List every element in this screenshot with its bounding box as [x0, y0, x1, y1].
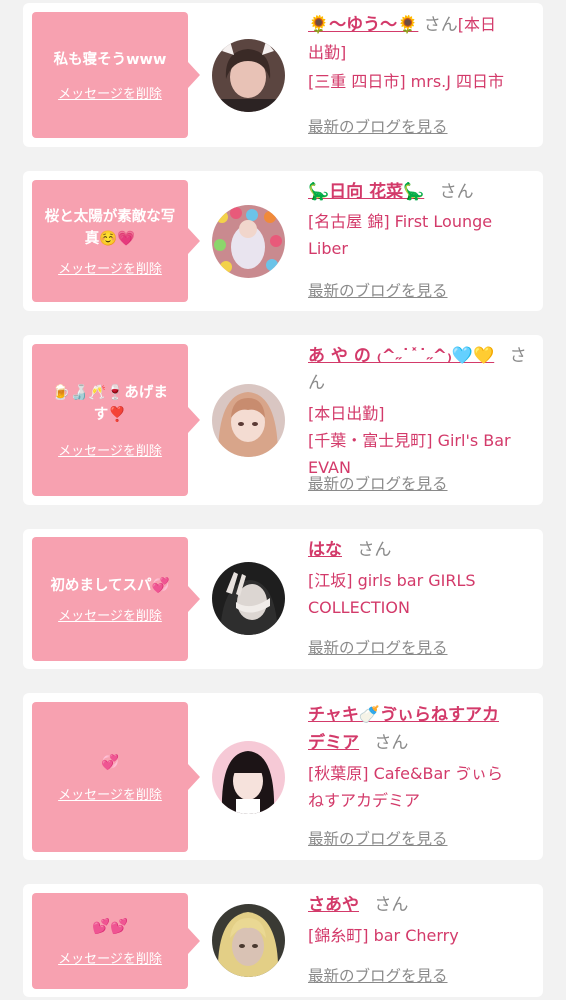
message-bubble: 💞 メッセージを削除 [32, 702, 200, 852]
shop-info: [江坂] girls bar GIRLS [308, 571, 476, 590]
message-bubble: 💕💕 メッセージを削除 [32, 893, 200, 989]
delete-message-link[interactable]: メッセージを削除 [58, 605, 162, 624]
message-text: 桜と太陽が素敵な写真☺️💗 [44, 208, 176, 247]
girl-name-link[interactable]: はな [308, 540, 342, 560]
message-card: 初めましてスパ💞 メッセージを削除 はな さん [江坂] girls bar G… [23, 529, 543, 669]
avatar[interactable] [212, 39, 285, 112]
latest-blog-link[interactable]: 最新のブログを見る [308, 827, 448, 849]
card-info: さあや さん [錦糸町] bar Cherry [308, 892, 538, 949]
message-bubble: 初めましてスパ💞 メッセージを削除 [32, 537, 200, 661]
honorific: さん [423, 15, 458, 35]
message-text: 💕💕 [91, 918, 129, 935]
latest-blog-link[interactable]: 最新のブログを見る [308, 279, 448, 301]
shop-info: 出勤] [308, 43, 347, 62]
message-card: 桜と太陽が素敵な写真☺️💗 メッセージを削除 🦕日向 花菜🦕 さん [名古屋 錦… [23, 171, 543, 311]
delete-message-link[interactable]: メッセージを削除 [58, 440, 162, 459]
card-info: 🌻〜ゆう〜🌻 さん[本日 出勤] [三重 四日市] mrs.J 四日市 [308, 11, 538, 95]
shop-info: [本日 [457, 15, 496, 34]
message-bubble: 私も寝そうwww メッセージを削除 [32, 12, 200, 138]
message-card: 🍺🍶🥂🍷あげます❣️ メッセージを削除 あ や の ₍^˶˙˟˙˶^₎🩵💛 さん… [23, 335, 543, 505]
delete-message-link[interactable]: メッセージを削除 [58, 784, 162, 803]
latest-blog-link[interactable]: 最新のブログを見る [308, 472, 448, 494]
avatar[interactable] [212, 741, 285, 814]
avatar[interactable] [212, 904, 285, 977]
delete-message-link[interactable]: メッセージを削除 [58, 258, 162, 277]
card-info: あ や の ₍^˶˙˟˙˶^₎🩵💛 さん [本日出勤] [千葉・富士見町] Gi… [308, 343, 538, 481]
honorific: さん [374, 733, 409, 753]
shop-info: ねすアカデミア [308, 791, 421, 810]
shop-info: Liber [308, 239, 348, 258]
message-bubble: 🍺🍶🥂🍷あげます❣️ メッセージを削除 [32, 344, 200, 496]
message-text: 🍺🍶🥂🍷あげます❣️ [52, 384, 168, 423]
shop-info: COLLECTION [308, 598, 410, 617]
message-text: 💞 [100, 754, 120, 771]
message-text: 私も寝そうwww [53, 51, 167, 68]
honorific: さん [439, 182, 474, 202]
shop-info: [名古屋 錦] First Lounge [308, 212, 493, 231]
message-text: 初めましてスパ💞 [50, 577, 170, 594]
shop-info: [秋葉原] Cafe&Bar ゔぃら [308, 764, 503, 783]
card-info: はな さん [江坂] girls bar GIRLS COLLECTION [308, 537, 538, 621]
honorific: さん [357, 540, 392, 560]
honorific: さん [374, 895, 409, 915]
shop-info: [本日出勤] [308, 404, 385, 423]
girl-name-link[interactable]: さあや [308, 895, 359, 915]
latest-blog-link[interactable]: 最新のブログを見る [308, 964, 448, 986]
girl-name-link[interactable]: 🌻〜ゆう〜🌻 [308, 15, 418, 35]
shop-info: [千葉・富士見町] Girl's Bar [308, 431, 511, 450]
shop-info: [三重 四日市] mrs.J 四日市 [308, 72, 505, 91]
card-info: チャキ🍼ゔぃらねすアカ デミア さん [秋葉原] Cafe&Bar ゔぃら ねすア… [308, 701, 538, 814]
latest-blog-link[interactable]: 最新のブログを見る [308, 636, 448, 658]
avatar[interactable] [212, 205, 285, 278]
girl-name-link[interactable]: あ や の ₍^˶˙˟˙˶^₎🩵💛 [308, 346, 494, 366]
latest-blog-link[interactable]: 最新のブログを見る [308, 115, 448, 137]
card-info: 🦕日向 花菜🦕 さん [名古屋 錦] First Lounge Liber [308, 179, 538, 262]
delete-message-link[interactable]: メッセージを削除 [58, 948, 162, 967]
avatar[interactable] [212, 562, 285, 635]
message-bubble: 桜と太陽が素敵な写真☺️💗 メッセージを削除 [32, 180, 200, 302]
avatar[interactable] [212, 384, 285, 457]
message-card: 💕💕 メッセージを削除 さあや さん [錦糸町] bar Cherry 最新のブ… [23, 884, 543, 997]
delete-message-link[interactable]: メッセージを削除 [58, 83, 162, 102]
girl-name-link[interactable]: 🦕日向 花菜🦕 [308, 182, 424, 202]
message-card: 私も寝そうwww メッセージを削除 🌻〜ゆう〜🌻 さん[本日 出勤] [三重 四… [23, 3, 543, 147]
message-card: 💞 メッセージを削除 チャキ🍼ゔぃらねすアカ デミア さん [秋葉原] Cafe&… [23, 693, 543, 860]
shop-info: [錦糸町] bar Cherry [308, 926, 459, 945]
